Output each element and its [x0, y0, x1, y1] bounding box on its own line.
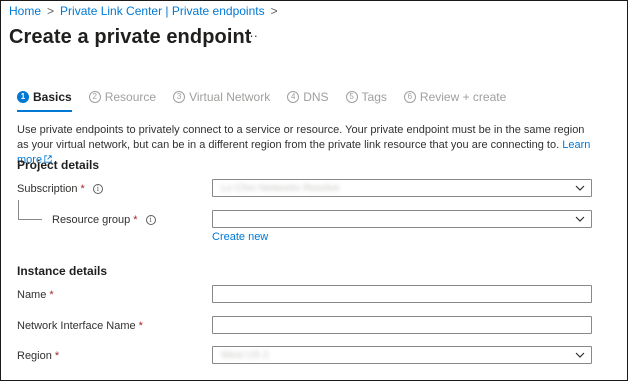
breadcrumb-home-link[interactable]: Home	[9, 4, 41, 18]
tab-label: Virtual Network	[189, 90, 271, 104]
wizard-tabs: 1 Basics 2 Resource 3 Virtual Network 4 …	[17, 90, 523, 112]
nic-name-label: Network Interface Name *	[17, 320, 143, 332]
tab-dns[interactable]: 4 DNS	[287, 90, 329, 104]
more-options-button[interactable]: ···	[245, 28, 258, 43]
resource-group-label: Resource group * i	[52, 214, 156, 226]
tab-label: Basics	[33, 90, 72, 104]
breadcrumb-private-endpoints-link[interactable]: Private Link Center | Private endpoints	[60, 4, 265, 18]
resource-group-label-text: Resource group	[52, 214, 131, 226]
info-icon[interactable]: i	[145, 215, 156, 225]
chevron-down-icon	[575, 185, 585, 191]
nic-name-input[interactable]	[212, 316, 592, 334]
step-number-icon: 2	[88, 91, 101, 103]
info-icon[interactable]: i	[92, 184, 103, 194]
page-title: Create a private endpoint	[9, 26, 252, 48]
tab-resource[interactable]: 2 Resource	[88, 90, 157, 104]
instance-details-heading: Instance details	[17, 264, 108, 278]
subscription-value: Lo Chm Networks Resolve	[221, 182, 340, 194]
subscription-label: Subscription * i	[17, 183, 103, 195]
tab-label: Resource	[104, 90, 157, 104]
description-text: Use private endpoints to privately conne…	[17, 123, 592, 168]
chevron-down-icon	[575, 216, 585, 222]
region-value: West US 2	[221, 349, 269, 361]
required-mark: *	[133, 214, 138, 226]
required-mark: *	[49, 289, 54, 301]
tab-virtual-network[interactable]: 3 Virtual Network	[173, 90, 270, 104]
tab-label: Tags	[361, 90, 387, 104]
step-number-icon: 5	[345, 91, 358, 103]
subscription-select[interactable]: Lo Chm Networks Resolve	[212, 179, 592, 197]
step-number-icon: 3	[173, 91, 186, 103]
tab-review-create[interactable]: 6 Review + create	[403, 90, 507, 104]
description-body: Use private endpoints to privately conne…	[17, 124, 585, 151]
region-label: Region *	[17, 350, 59, 362]
tab-basics[interactable]: 1 Basics	[17, 90, 72, 112]
tab-label: Review + create	[419, 90, 507, 104]
chevron-down-icon	[575, 352, 585, 358]
region-label-text: Region	[17, 350, 52, 362]
name-label: Name *	[17, 289, 54, 301]
tab-label: DNS	[303, 90, 329, 104]
name-label-text: Name	[17, 289, 47, 301]
breadcrumb-separator: >	[270, 4, 278, 18]
resource-group-select[interactable]	[212, 210, 592, 228]
region-select[interactable]: West US 2	[212, 346, 592, 364]
nic-name-label-text: Network Interface Name	[17, 320, 136, 332]
step-number-icon: 4	[287, 91, 300, 103]
step-number-icon: 1	[17, 91, 29, 103]
project-details-heading: Project details	[17, 158, 100, 172]
tab-tags[interactable]: 5 Tags	[345, 90, 387, 104]
required-mark: *	[54, 350, 60, 362]
step-number-icon: 6	[403, 91, 416, 103]
tree-connector	[18, 219, 42, 220]
name-input[interactable]	[212, 285, 592, 303]
breadcrumb: Home > Private Link Center | Private end…	[9, 4, 284, 18]
breadcrumb-separator: >	[47, 4, 55, 18]
required-mark: *	[138, 320, 143, 332]
create-new-link[interactable]: Create new	[212, 231, 268, 243]
required-mark: *	[80, 183, 85, 195]
tree-connector	[18, 200, 19, 220]
subscription-label-text: Subscription	[17, 183, 78, 195]
